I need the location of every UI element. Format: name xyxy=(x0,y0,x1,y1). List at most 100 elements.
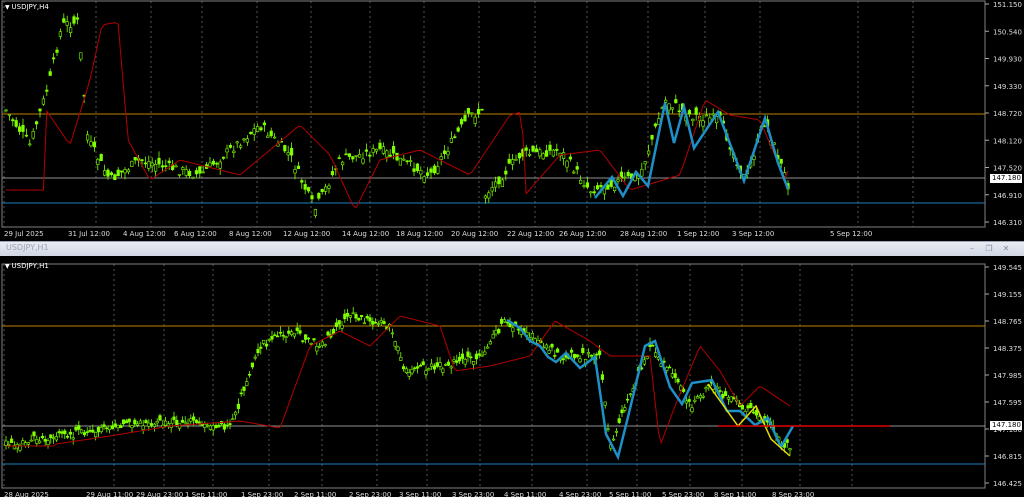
time-axis-label: 4 Aug 12:00 xyxy=(123,230,166,238)
candle-body xyxy=(474,353,479,360)
candle-body xyxy=(443,364,448,366)
candle-body xyxy=(597,350,602,356)
candle-body xyxy=(483,195,488,199)
candle-body xyxy=(695,396,700,399)
candle-body xyxy=(427,368,431,371)
restore-icon[interactable]: ❐ xyxy=(983,244,995,254)
candle-body xyxy=(499,319,504,324)
candle-body xyxy=(749,403,753,408)
candle-body xyxy=(568,156,572,160)
candle-body xyxy=(166,423,171,427)
candle-body xyxy=(315,346,319,352)
price-scale-label: 149.330 xyxy=(993,83,1022,91)
candle-body xyxy=(188,170,192,177)
candle-body xyxy=(272,136,277,139)
candle-body xyxy=(124,420,128,424)
candle-body xyxy=(391,146,396,154)
candle-body xyxy=(150,423,154,426)
candle-body xyxy=(130,160,134,167)
candle-body xyxy=(626,172,630,177)
time-axis-label: 29 Aug 23:00 xyxy=(136,491,183,497)
candle-body xyxy=(421,361,425,366)
candle-body xyxy=(371,148,375,153)
candle-body xyxy=(374,149,379,152)
candle-body xyxy=(442,150,447,155)
candle-body xyxy=(222,156,226,159)
candle-body xyxy=(273,334,277,337)
candle-body xyxy=(7,114,12,116)
candle-body xyxy=(436,166,440,174)
candle-body xyxy=(48,71,52,76)
candle-body xyxy=(21,124,25,132)
candle-body xyxy=(143,162,148,165)
candle-body xyxy=(504,170,508,175)
price-scale-label: 148.720 xyxy=(993,110,1022,118)
candle-body xyxy=(133,157,137,161)
candle-body xyxy=(82,432,86,436)
candle-body xyxy=(572,171,576,174)
candle-body xyxy=(55,49,59,53)
candle-body xyxy=(379,320,383,323)
candle-body xyxy=(211,160,216,165)
candle-body xyxy=(41,98,45,105)
candle-body xyxy=(687,110,691,115)
time-axis-label: 29 Jul 2025 xyxy=(4,230,44,238)
candle-body xyxy=(211,425,215,431)
time-axis-label: 29 Aug 11:00 xyxy=(86,491,133,497)
candle-body xyxy=(192,416,196,421)
top-chart-panel[interactable]: 151.150 150.540 149.930 149.330 148.720 148.1… xyxy=(0,0,1024,241)
candle-body xyxy=(99,153,103,161)
candle-body xyxy=(606,428,610,431)
candle-body xyxy=(614,431,618,433)
candle-body xyxy=(665,367,669,371)
time-axis-label: 12 Aug 12:00 xyxy=(283,230,330,238)
minimize-icon[interactable]: – xyxy=(966,244,978,254)
candle-body xyxy=(206,424,210,427)
candle-body xyxy=(77,425,81,430)
candle-body xyxy=(292,333,297,337)
candle-body xyxy=(217,424,221,428)
candle-body xyxy=(466,108,471,114)
candle-body xyxy=(7,443,11,446)
close-icon[interactable]: ✕ xyxy=(1000,244,1012,254)
candle-body xyxy=(184,169,188,176)
candle-body xyxy=(623,407,627,411)
chart-frame xyxy=(1,263,986,489)
candle-body xyxy=(667,103,671,111)
candle-body xyxy=(91,429,95,433)
candle-body xyxy=(270,336,274,340)
candle-body xyxy=(301,340,305,343)
candle-body xyxy=(119,425,123,429)
candle-body xyxy=(373,321,378,324)
bottom-symbol-label: USDJPY,H1 xyxy=(5,261,49,272)
candle-body xyxy=(218,161,222,169)
candle-body xyxy=(357,317,361,321)
time-axis-label: 8 Sep 11:00 xyxy=(714,491,756,497)
candle-body xyxy=(37,440,42,444)
candle-body xyxy=(751,411,756,414)
candle-body xyxy=(344,153,348,156)
bottom-chart-panel[interactable]: 149.545 149.155 148.765 148.375 147.985 147.5… xyxy=(0,256,1024,497)
candle-body xyxy=(24,134,29,137)
candle-body xyxy=(544,344,548,349)
candle-body xyxy=(382,321,386,325)
candle-body xyxy=(296,165,301,169)
candle-body xyxy=(694,107,698,115)
candle-body xyxy=(215,162,219,165)
top-chart-canvas[interactable]: 151.150 150.540 149.930 149.330 148.720 148.1… xyxy=(0,0,1024,241)
candle-body xyxy=(334,322,339,327)
candle-body xyxy=(34,121,39,125)
candle-body xyxy=(463,115,467,122)
time-axis-label: 6 Aug 12:00 xyxy=(174,230,217,238)
chart-window-titlebar[interactable]: USDJPY,H1 – ❐ ✕ xyxy=(0,241,1024,257)
price-scale-label: 148.765 xyxy=(993,318,1022,326)
bottom-chart-canvas[interactable]: 149.545 149.155 148.765 148.375 147.985 147.5… xyxy=(0,256,1024,497)
candle-body xyxy=(711,113,715,116)
candle-body xyxy=(511,327,515,332)
candle-body xyxy=(469,356,473,359)
candle-body xyxy=(28,143,32,146)
candle-body xyxy=(242,138,246,141)
candle-body xyxy=(611,438,616,441)
time-axis-label: 20 Aug 12:00 xyxy=(451,230,498,238)
candle-body xyxy=(113,174,117,181)
